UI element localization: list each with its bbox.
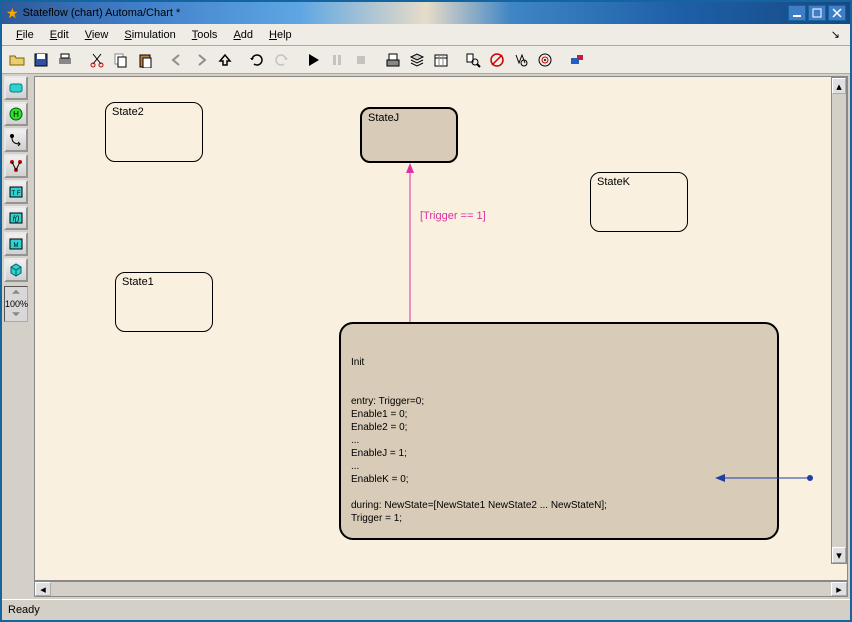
target-icon[interactable] <box>534 49 556 71</box>
state-state2[interactable]: State2 <box>105 102 203 162</box>
state-label: State2 <box>112 106 144 118</box>
save-icon[interactable] <box>30 49 52 71</box>
scroll-right-icon[interactable]: ▸ <box>831 582 847 596</box>
transition-arrow[interactable] <box>405 163 415 323</box>
calendar-icon[interactable] <box>430 49 452 71</box>
toolbar <box>2 46 850 74</box>
menu-tools[interactable]: Tools <box>184 27 226 43</box>
tool-state-icon[interactable] <box>4 76 28 100</box>
menu-help[interactable]: Help <box>261 27 300 43</box>
build-icon[interactable] <box>382 49 404 71</box>
zoom-control[interactable]: 100% <box>4 286 28 322</box>
scroll-up-icon[interactable]: ▴ <box>832 78 846 94</box>
undo-icon[interactable] <box>246 49 268 71</box>
tool-function-icon[interactable]: f() <box>4 206 28 230</box>
state-state1[interactable]: State1 <box>115 272 213 332</box>
side-toolbar: H T F f() M 100% <box>2 74 32 599</box>
menu-simulation[interactable]: Simulation <box>116 27 183 43</box>
cut-icon[interactable] <box>86 49 108 71</box>
status-text: Ready <box>8 604 40 616</box>
state-label: StateK <box>597 176 630 188</box>
scroll-down-icon[interactable]: ▾ <box>832 547 846 563</box>
state-statej[interactable]: StateJ <box>360 107 458 163</box>
open-icon[interactable] <box>6 49 28 71</box>
layers-icon[interactable] <box>406 49 428 71</box>
menu-edit[interactable]: Edit <box>42 27 77 43</box>
simulink-icon[interactable] <box>566 49 588 71</box>
close-button[interactable] <box>828 5 846 21</box>
init-state-label: Init <box>351 356 767 369</box>
play-icon[interactable] <box>302 49 324 71</box>
tool-default-transition-icon[interactable] <box>4 128 28 152</box>
explore-icon[interactable] <box>462 49 484 71</box>
state-label: StateJ <box>368 112 399 124</box>
vertical-scrollbar[interactable]: ▴ ▾ <box>831 77 847 564</box>
forward-icon[interactable] <box>190 49 212 71</box>
back-icon[interactable] <box>166 49 188 71</box>
menu-file[interactable]: File <box>8 27 42 43</box>
init-state-body: entry: Trigger=0; Enable1 = 0; Enable2 =… <box>351 395 767 525</box>
status-bar: Ready <box>2 599 850 620</box>
redo-icon[interactable] <box>270 49 292 71</box>
state-init[interactable]: Init entry: Trigger=0; Enable1 = 0; Enab… <box>339 322 779 540</box>
debug-off-icon[interactable] <box>486 49 508 71</box>
menu-bar: File Edit View Simulation Tools Add Help… <box>2 24 850 46</box>
print-icon[interactable] <box>54 49 76 71</box>
tool-junction-icon[interactable] <box>4 154 28 178</box>
state-label: State1 <box>122 276 154 288</box>
svg-text:T F: T F <box>12 191 21 197</box>
scroll-left-icon[interactable]: ◂ <box>35 582 51 596</box>
tool-box-icon[interactable] <box>4 258 28 282</box>
horizontal-scrollbar[interactable]: ◂ ▸ <box>34 581 848 597</box>
chart-canvas[interactable]: State2 StateJ StateK State1 [Trigger == … <box>34 76 848 581</box>
menu-add[interactable]: Add <box>225 27 261 43</box>
find-icon[interactable] <box>510 49 532 71</box>
state-statek[interactable]: StateK <box>590 172 688 232</box>
svg-text:M: M <box>14 243 19 249</box>
svg-text:H: H <box>13 110 19 119</box>
modified-star-icon: ★ <box>6 5 19 22</box>
pause-icon[interactable] <box>326 49 348 71</box>
stop-icon[interactable] <box>350 49 372 71</box>
zoom-level: 100% <box>5 299 27 309</box>
paste-icon[interactable] <box>134 49 156 71</box>
menu-view[interactable]: View <box>77 27 117 43</box>
minimize-button[interactable] <box>788 5 806 21</box>
default-transition[interactable] <box>715 472 815 484</box>
title-bar: ★ Stateflow (chart) Automa/Chart * <box>2 2 850 24</box>
tool-history-icon[interactable]: H <box>4 102 28 126</box>
transition-label[interactable]: [Trigger == 1] <box>420 210 486 222</box>
tool-emfunction-icon[interactable]: M <box>4 232 28 256</box>
up-icon[interactable] <box>214 49 236 71</box>
menu-overflow-icon[interactable]: ↘ <box>827 28 844 41</box>
copy-icon[interactable] <box>110 49 132 71</box>
svg-text:f(): f() <box>13 216 20 223</box>
maximize-button[interactable] <box>808 5 826 21</box>
tool-truthtable-icon[interactable]: T F <box>4 180 28 204</box>
window-title: Stateflow (chart) Automa/Chart * <box>23 7 181 19</box>
